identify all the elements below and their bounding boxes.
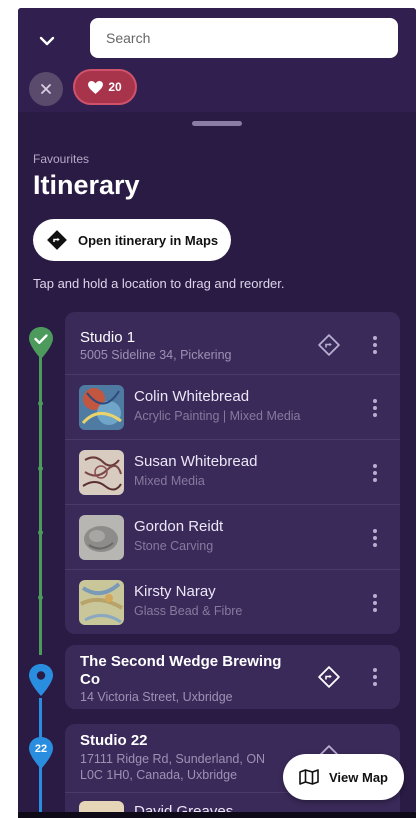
clear-filter-button[interactable] [29, 72, 63, 106]
collapse-button[interactable] [32, 26, 62, 56]
artist-name: Gordon Reidt [134, 518, 224, 535]
stop-title: Studio 1 [80, 329, 136, 346]
chevron-down-icon [39, 36, 55, 46]
search-input[interactable] [90, 18, 398, 58]
itinerary-panel: 20 Favourites Itinerary Open itinerary i… [18, 8, 416, 814]
numbered-stop-marker: 22 [28, 736, 54, 770]
artist-row[interactable]: Colin Whitebread Acrylic Painting | Mixe… [65, 374, 400, 439]
page-title: Itinerary [33, 170, 140, 200]
favourites-count: 20 [108, 80, 122, 94]
directions-icon [47, 230, 67, 250]
stop-address: 5005 Sideline 34, Pickering [80, 348, 232, 362]
timeline-segment-green [39, 353, 42, 655]
stop-title-line1: The Second Wedge Brewing [80, 653, 282, 670]
stop-number: 22 [34, 743, 48, 755]
view-map-label: View Map [328, 769, 388, 785]
stop-title-line2: Co [80, 671, 100, 688]
more-options-button[interactable] [365, 458, 385, 488]
stop-address-line1: 17111 Ridge Rd, Sunderland, ON [80, 752, 266, 766]
open-in-maps-label: Open itinerary in Maps [78, 232, 219, 248]
directions-button[interactable] [314, 662, 344, 692]
more-options-button[interactable] [365, 523, 385, 553]
directions-button[interactable] [314, 330, 344, 360]
map-icon [299, 769, 319, 785]
top-bar: 20 [18, 8, 416, 112]
more-options-button[interactable] [365, 330, 385, 360]
artist-row[interactable]: Susan Whitebread Mixed Media [65, 439, 400, 504]
close-icon [41, 84, 51, 94]
stop-card[interactable]: Studio 1 5005 Sideline 34, Pickering Col… [65, 312, 400, 634]
artist-medium: Mixed Media [134, 474, 205, 488]
more-options-button[interactable] [365, 393, 385, 423]
more-options-button[interactable] [365, 588, 385, 618]
stop-address-line2: L0C 1H0, Canada, Uxbridge [80, 768, 238, 782]
artist-thumbnail [79, 385, 124, 430]
bottom-edge [18, 812, 416, 818]
artist-thumbnail [79, 515, 124, 560]
visited-check-marker-icon [29, 327, 53, 359]
timeline-dot [38, 530, 43, 535]
artist-thumbnail [79, 580, 124, 625]
artist-name: Susan Whitebread [134, 453, 258, 470]
artist-row[interactable]: Kirsty Naray Glass Bead & Fibre [65, 569, 400, 634]
artist-thumbnail [79, 450, 124, 495]
location-pin-icon [29, 664, 53, 696]
artist-medium: Acrylic Painting | Mixed Media [134, 409, 301, 423]
artist-medium: Glass Bead & Fibre [134, 604, 243, 618]
artist-medium: Stone Carving [134, 539, 214, 553]
timeline-dot [38, 595, 43, 600]
directions-icon [318, 334, 340, 356]
section-eyebrow: Favourites [33, 152, 90, 166]
reorder-hint: Tap and hold a location to drag and reor… [33, 276, 285, 291]
timeline-dot [38, 466, 43, 471]
sheet-drag-handle[interactable] [192, 121, 242, 126]
timeline-dot [38, 401, 43, 406]
artist-row[interactable]: Gordon Reidt Stone Carving [65, 504, 400, 569]
artist-name: Kirsty Naray [134, 583, 216, 600]
view-map-button[interactable]: View Map [283, 754, 404, 800]
stop-card[interactable]: The Second Wedge Brewing Co 14 Victoria … [65, 645, 400, 709]
favourites-filter-chip[interactable]: 20 [73, 69, 137, 105]
directions-icon [318, 666, 340, 688]
stop-title: Studio 22 [80, 732, 148, 749]
artist-name: Colin Whitebread [134, 388, 250, 405]
more-options-button[interactable] [365, 662, 385, 692]
stop-address: 14 Victoria Street, Uxbridge [80, 690, 233, 704]
open-in-maps-button[interactable]: Open itinerary in Maps [33, 219, 231, 261]
heart-icon [88, 80, 104, 94]
